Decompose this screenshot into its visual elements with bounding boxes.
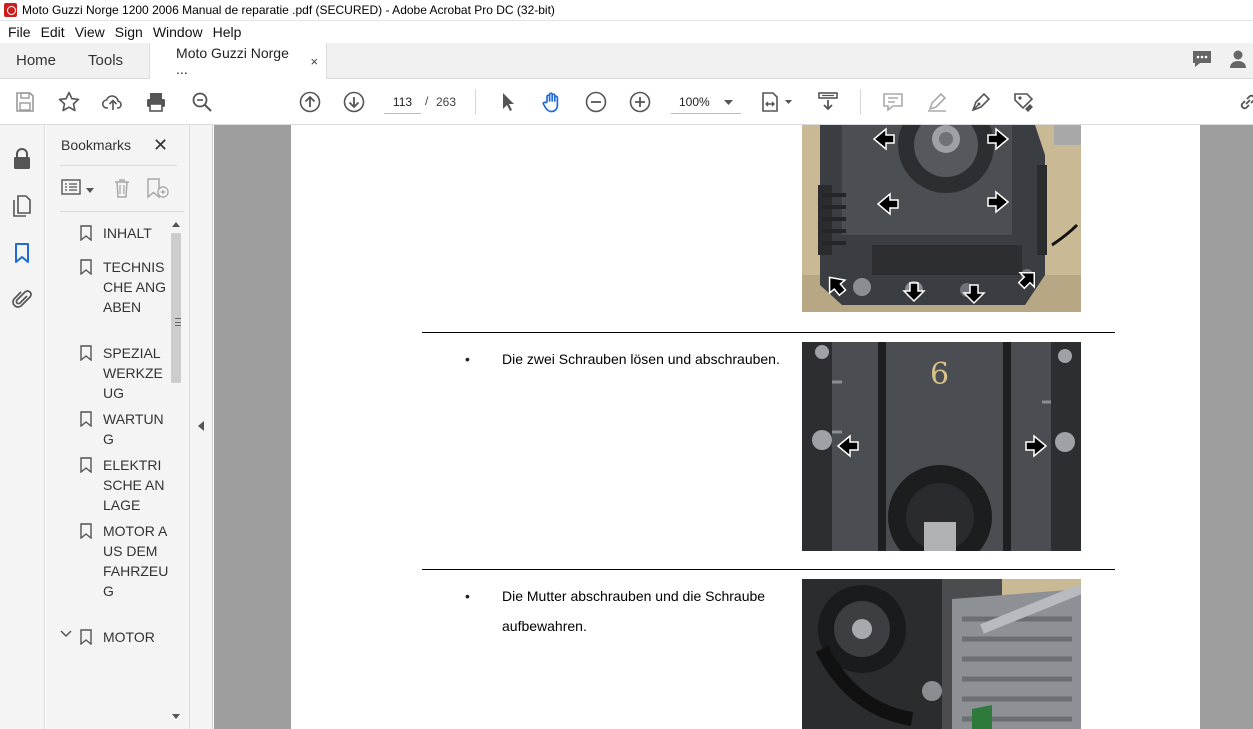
photo-label: 6 bbox=[930, 357, 949, 392]
comment-bubble-icon[interactable] bbox=[1191, 49, 1213, 72]
chevron-down-icon bbox=[724, 95, 733, 109]
zoom-out-icon[interactable] bbox=[583, 89, 609, 115]
page-separator: / bbox=[425, 94, 429, 108]
panel-divider bbox=[60, 165, 177, 166]
menu-sign[interactable]: Sign bbox=[110, 24, 148, 40]
engine-photo-two-bolts: 6 bbox=[802, 342, 1081, 551]
bookmark-label: WARTUNG bbox=[103, 411, 164, 447]
document-viewport[interactable]: • Die zwei Schrauben lösen und abschraub… bbox=[214, 125, 1253, 729]
print-icon[interactable] bbox=[143, 89, 169, 115]
bookmark-label: MOTOR AUS DEM FAHRZEUG bbox=[103, 523, 169, 599]
toolbar-divider bbox=[860, 89, 861, 115]
engine-photo-belt-pulley bbox=[802, 579, 1081, 729]
new-bookmark-icon[interactable] bbox=[146, 177, 170, 199]
section-divider bbox=[422, 569, 1115, 570]
tab-document[interactable]: Moto Guzzi Norge ... × bbox=[149, 43, 328, 79]
tab-close-icon[interactable]: × bbox=[310, 54, 318, 69]
zoom-search-icon[interactable] bbox=[189, 89, 215, 115]
grip-icon bbox=[175, 318, 181, 326]
bookmark-label: MOTOR bbox=[103, 629, 155, 645]
engine-photo-cover-bolts bbox=[802, 125, 1081, 312]
zoom-in-icon[interactable] bbox=[627, 89, 653, 115]
next-page-icon[interactable] bbox=[341, 89, 367, 115]
bookmark-label: ELEKTRISCHE ANLAGE bbox=[103, 457, 165, 513]
left-navigation-rail bbox=[0, 125, 45, 729]
total-pages: 263 bbox=[436, 95, 457, 109]
tab-bar: Home Tools Moto Guzzi Norge ... × bbox=[0, 43, 1253, 79]
bookmark-label: TECHNISCHE ANGABEN bbox=[103, 259, 167, 315]
toolbar: / 263 100% bbox=[0, 79, 1253, 125]
bullet: • bbox=[465, 588, 470, 604]
menu-file[interactable]: File bbox=[3, 24, 36, 40]
bookmark-label: SPEZIALWERKZEUG bbox=[103, 345, 163, 401]
zoom-value: 100% bbox=[679, 94, 710, 109]
window-title: Moto Guzzi Norge 1200 2006 Manual de rep… bbox=[22, 3, 555, 17]
zoom-select[interactable]: 100% bbox=[671, 90, 741, 114]
title-bar: Moto Guzzi Norge 1200 2006 Manual de rep… bbox=[0, 0, 1253, 21]
delete-bookmark-icon[interactable] bbox=[113, 177, 131, 199]
bookmarks-scrollbar[interactable] bbox=[169, 219, 183, 723]
attachment-icon[interactable] bbox=[10, 287, 34, 311]
scroll-up-arrow-icon[interactable] bbox=[172, 222, 180, 227]
menu-edit[interactable]: Edit bbox=[36, 24, 70, 40]
fill-sign-icon[interactable] bbox=[1011, 89, 1037, 115]
bookmarks-panel-title: Bookmarks bbox=[61, 137, 132, 153]
bookmark-icon bbox=[80, 411, 92, 427]
save-icon[interactable] bbox=[12, 89, 38, 115]
page-number-input[interactable] bbox=[384, 90, 421, 114]
chevron-down-icon[interactable] bbox=[60, 630, 72, 638]
star-icon[interactable] bbox=[56, 89, 82, 115]
section-divider bbox=[422, 332, 1115, 333]
bookmark-options-button[interactable] bbox=[61, 177, 94, 199]
scroll-down-arrow-icon[interactable] bbox=[172, 714, 180, 719]
tab-document-label: Moto Guzzi Norge ... bbox=[176, 45, 289, 77]
bookmark-icon bbox=[80, 457, 92, 473]
prev-page-icon[interactable] bbox=[297, 89, 323, 115]
scrollbar-thumb[interactable] bbox=[171, 233, 181, 383]
chevron-down-icon bbox=[86, 181, 94, 196]
draw-pen-icon[interactable] bbox=[968, 89, 994, 115]
panel-collapse-handle[interactable] bbox=[190, 125, 213, 729]
select-cursor-icon[interactable] bbox=[495, 89, 521, 115]
tab-home[interactable]: Home bbox=[0, 43, 72, 78]
menu-bar: File Edit View Sign Window Help bbox=[0, 21, 1253, 43]
lock-icon[interactable] bbox=[10, 147, 34, 171]
bookmark-icon bbox=[80, 345, 92, 361]
document-scroll-area bbox=[1232, 125, 1253, 729]
list-options-icon bbox=[61, 178, 83, 199]
toolbar-divider bbox=[475, 89, 476, 115]
menu-window[interactable]: Window bbox=[148, 24, 208, 40]
highlight-pen-icon[interactable] bbox=[924, 89, 950, 115]
bookmark-icon bbox=[80, 629, 92, 645]
tabbar-right-icons bbox=[1191, 43, 1253, 78]
pdf-page: • Die zwei Schrauben lösen und abschraub… bbox=[291, 125, 1200, 729]
comment-icon[interactable] bbox=[880, 89, 906, 115]
scroll-mode-icon[interactable] bbox=[815, 89, 841, 115]
bullet: • bbox=[465, 351, 470, 367]
hand-tool-icon[interactable] bbox=[539, 89, 565, 115]
bookmark-icon bbox=[80, 523, 92, 539]
bookmark-icon bbox=[80, 225, 92, 241]
tab-tools[interactable]: Tools bbox=[72, 43, 139, 78]
bookmark-rail-icon[interactable] bbox=[10, 241, 34, 265]
bookmark-icon bbox=[80, 259, 92, 275]
upload-cloud-icon[interactable] bbox=[100, 89, 126, 115]
page-thumbnails-icon[interactable] bbox=[10, 194, 34, 218]
menu-help[interactable]: Help bbox=[208, 24, 247, 40]
step-text: Die zwei Schrauben lösen und abschrauben… bbox=[502, 351, 780, 367]
acrobat-app-icon bbox=[4, 3, 17, 17]
share-link-icon[interactable] bbox=[1235, 89, 1253, 115]
collapse-left-icon bbox=[198, 421, 204, 431]
page-view-icon[interactable] bbox=[760, 89, 796, 115]
close-panel-icon[interactable]: ✕ bbox=[153, 135, 168, 156]
menu-view[interactable]: View bbox=[70, 24, 110, 40]
account-icon[interactable] bbox=[1229, 49, 1247, 72]
step-text: Die Mutter abschrauben und die Schraube … bbox=[502, 588, 766, 634]
panel-divider bbox=[60, 211, 184, 212]
bookmark-label: INHALT bbox=[103, 225, 152, 241]
